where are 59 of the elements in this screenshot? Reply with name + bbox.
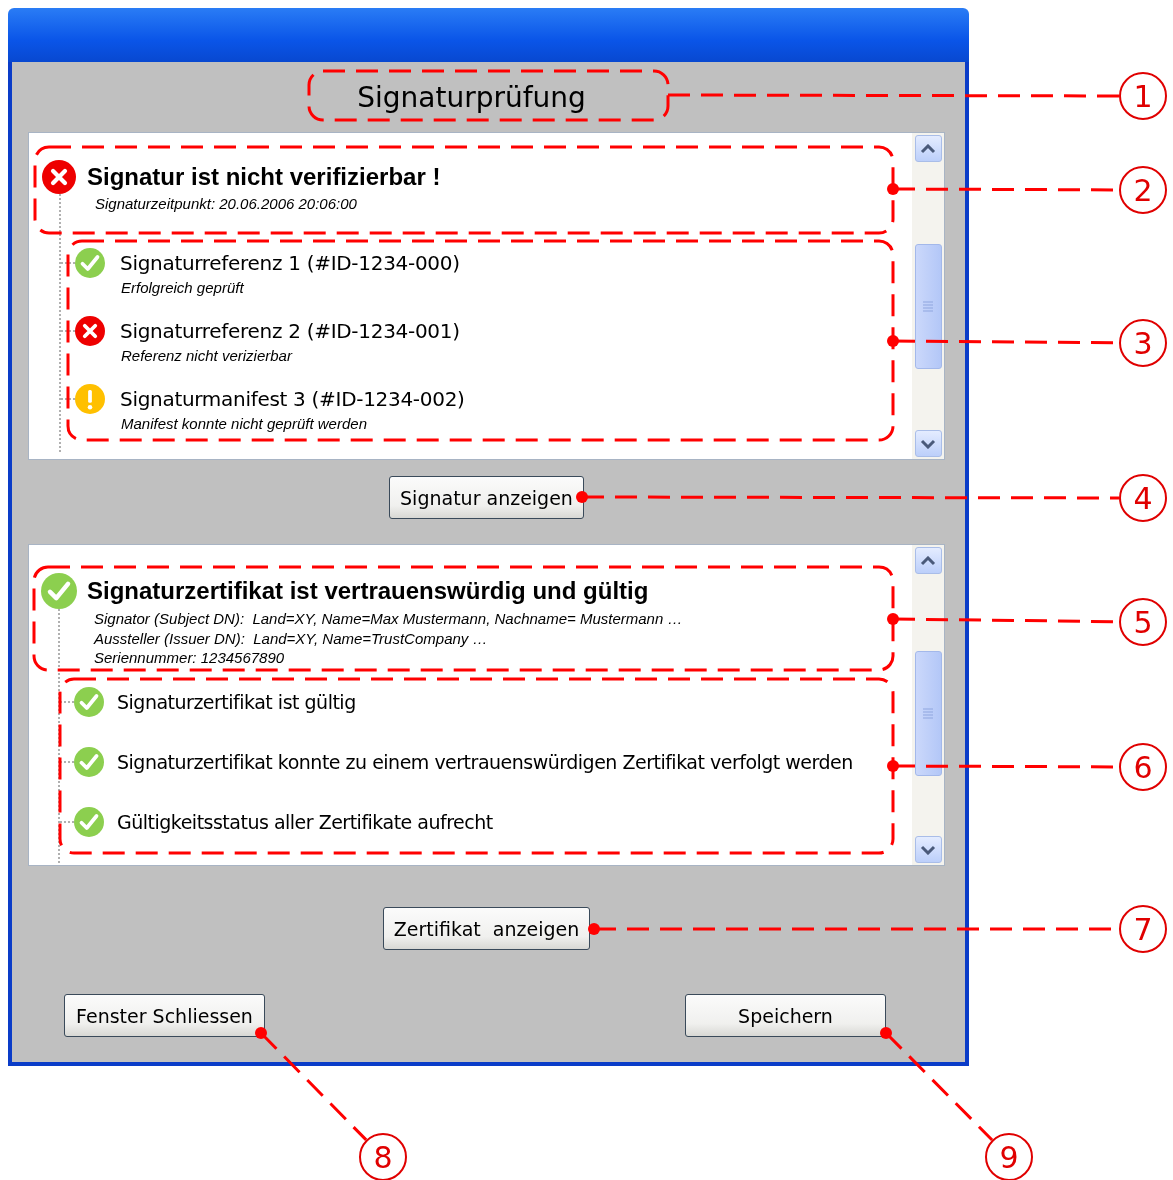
chevron-up-icon — [920, 555, 936, 566]
error-icon — [42, 160, 76, 194]
item-status-text: Erfolgreich geprüft — [121, 278, 245, 298]
chevron-down-icon — [920, 844, 936, 855]
check-icon — [74, 746, 104, 777]
callout-number: 7 — [1119, 905, 1167, 953]
tree-item[interactable]: Signaturreferenz 2 (#ID-1234-001) — [120, 316, 460, 346]
warning-icon — [75, 384, 105, 414]
item-status-text: Manifest konnte nicht geprüft werden — [121, 414, 368, 434]
callout-number: 8 — [359, 1133, 407, 1180]
status-heading: Signatur ist nicht verifizierbar ! — [87, 163, 441, 191]
callout-number: 6 — [1119, 743, 1167, 791]
scrollbar[interactable] — [912, 133, 944, 459]
tree-item[interactable]: Gültigkeitsstatus aller Zertifikate aufrecht — [117, 806, 493, 837]
show-certificate-button[interactable]: Zertifikat anzeigen — [382, 907, 591, 950]
error-icon — [75, 316, 105, 346]
save-button[interactable]: Speichern — [685, 994, 886, 1037]
tree-item[interactable]: Signaturzertifikat ist gültig — [117, 686, 356, 717]
detail-text: Signator (Subject DN): Land=XY, Name=Max Mustermann, Nachname= Mustermann … — [94, 609, 683, 629]
chevron-up-icon — [920, 143, 936, 154]
detail-text: Aussteller (Issuer DN): Land=XY, Name=TrustCompany … — [94, 628, 488, 648]
callout-number: 2 — [1119, 166, 1167, 214]
grip-icon — [922, 300, 934, 313]
anchor-dot — [887, 335, 899, 347]
status-heading: Signaturzertifikat ist vertrauenswürdig und gültig — [87, 577, 649, 605]
tree-item[interactable]: Signaturzertifikat konnte zu einem vertrauenswürdigen Zertifikat verfolgt werden — [117, 746, 853, 777]
tree-item[interactable]: Signaturreferenz 1 (#ID-1234-000) — [120, 248, 460, 278]
anchor-dot — [576, 491, 588, 503]
show-signature-button[interactable]: Signatur anzeigen — [389, 476, 584, 519]
anchor-dot — [880, 1027, 892, 1039]
detail-text: Signaturzeitpunkt: 20.06.2006 20:06:00 — [95, 194, 357, 214]
scroll-up-button[interactable] — [914, 135, 942, 162]
anchor-dot — [887, 760, 899, 772]
check-icon — [41, 573, 77, 609]
anchor-dot — [255, 1027, 267, 1039]
tree-item[interactable]: Signaturmanifest 3 (#ID-1234-002) — [120, 384, 465, 414]
scroll-thumb[interactable] — [914, 244, 942, 369]
scroll-thumb[interactable] — [914, 651, 942, 776]
scroll-down-button[interactable] — [914, 430, 942, 457]
check-icon — [75, 248, 105, 278]
callout-number: 9 — [985, 1133, 1033, 1180]
callout-number: 5 — [1119, 598, 1167, 646]
anchor-dot — [887, 613, 899, 625]
close-window-button[interactable]: Fenster Schliessen — [64, 994, 265, 1037]
window-title: Signaturprüfung — [357, 80, 586, 114]
callout-number: 4 — [1119, 474, 1167, 522]
grip-icon — [922, 707, 934, 720]
detail-text: Seriennummer: 1234567890 — [94, 648, 285, 668]
anchor-dot — [887, 183, 899, 195]
callout-number: 3 — [1119, 319, 1167, 367]
item-status-text: Referenz nicht verizierbar — [121, 346, 294, 366]
anchor-dot — [588, 923, 600, 935]
scroll-down-button[interactable] — [914, 836, 942, 863]
chevron-down-icon — [920, 438, 936, 449]
callout-number: 1 — [1119, 72, 1167, 120]
scrollbar[interactable] — [912, 545, 944, 865]
check-icon — [74, 806, 104, 837]
check-icon — [74, 686, 104, 717]
scroll-up-button[interactable] — [914, 547, 942, 574]
